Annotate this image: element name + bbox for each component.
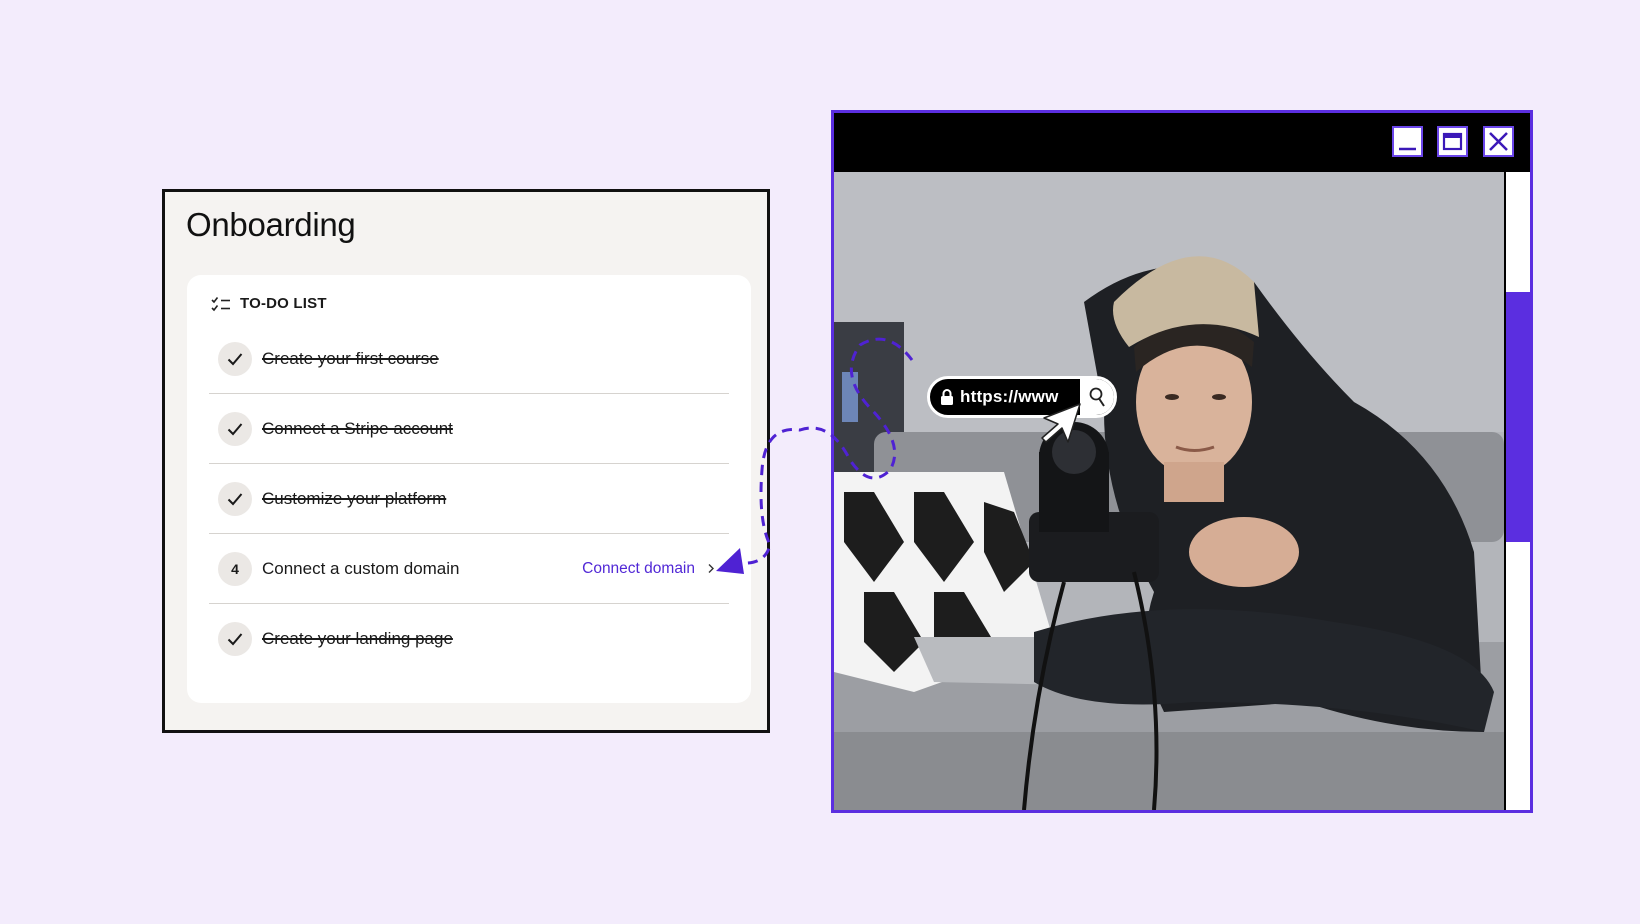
url-bar[interactable]: https://www [927,376,1117,418]
check-badge [218,622,252,656]
url-search-button[interactable] [1080,379,1114,415]
page-title: Onboarding [186,206,356,243]
task-item-connect-stripe[interactable]: Connect a Stripe account [209,394,729,464]
check-icon [227,422,243,435]
search-icon [1089,387,1105,407]
chevron-right-icon [708,564,714,573]
check-badge [218,481,252,516]
task-label: Create your first course [262,348,439,368]
onboarding-panel: Onboarding TO-DO LIST Create your first … [162,189,770,733]
check-badge [218,411,252,446]
checklist-icon [211,296,230,311]
browser-window [831,110,1533,813]
todo-header-label: TO-DO LIST [240,295,327,312]
lock-icon [941,389,953,405]
maximize-icon [1442,132,1463,151]
check-icon [227,492,243,505]
close-button[interactable] [1483,126,1514,157]
check-badge [218,341,252,376]
vertical-scrollbar[interactable] [1506,172,1530,810]
close-icon [1489,132,1508,151]
window-titlebar [834,113,1530,169]
todo-list-card: TO-DO LIST Create your first course Conn… [187,275,751,703]
task-item-landing-page[interactable]: Create your landing page [209,604,729,674]
task-item-custom-domain[interactable]: 4 Connect a custom domain Connect domain [209,534,729,604]
task-list: Create your first course Connect a Strip… [209,324,729,674]
task-label: Customize your platform [262,488,447,508]
photo-man-with-camera [834,172,1504,810]
mouse-pointer-icon [1041,403,1081,443]
check-icon [227,633,243,646]
maximize-button[interactable] [1437,126,1468,157]
task-label: Connect a custom domain [262,558,460,578]
task-label: Connect a Stripe account [262,418,453,438]
connect-domain-label: Connect domain [582,559,695,577]
step-number-badge: 4 [218,551,252,586]
task-item-customize-platform[interactable]: Customize your platform [209,464,729,534]
minimize-icon [1399,147,1416,151]
connect-domain-link[interactable]: Connect domain [582,560,715,578]
minimize-button[interactable] [1392,126,1423,157]
task-label: Create your landing page [262,629,453,648]
todo-header: TO-DO LIST [211,295,327,312]
photo-viewport [834,172,1504,810]
scrollbar-thumb[interactable] [1506,292,1530,542]
task-item-create-course[interactable]: Create your first course [209,324,729,394]
check-icon [227,352,243,365]
